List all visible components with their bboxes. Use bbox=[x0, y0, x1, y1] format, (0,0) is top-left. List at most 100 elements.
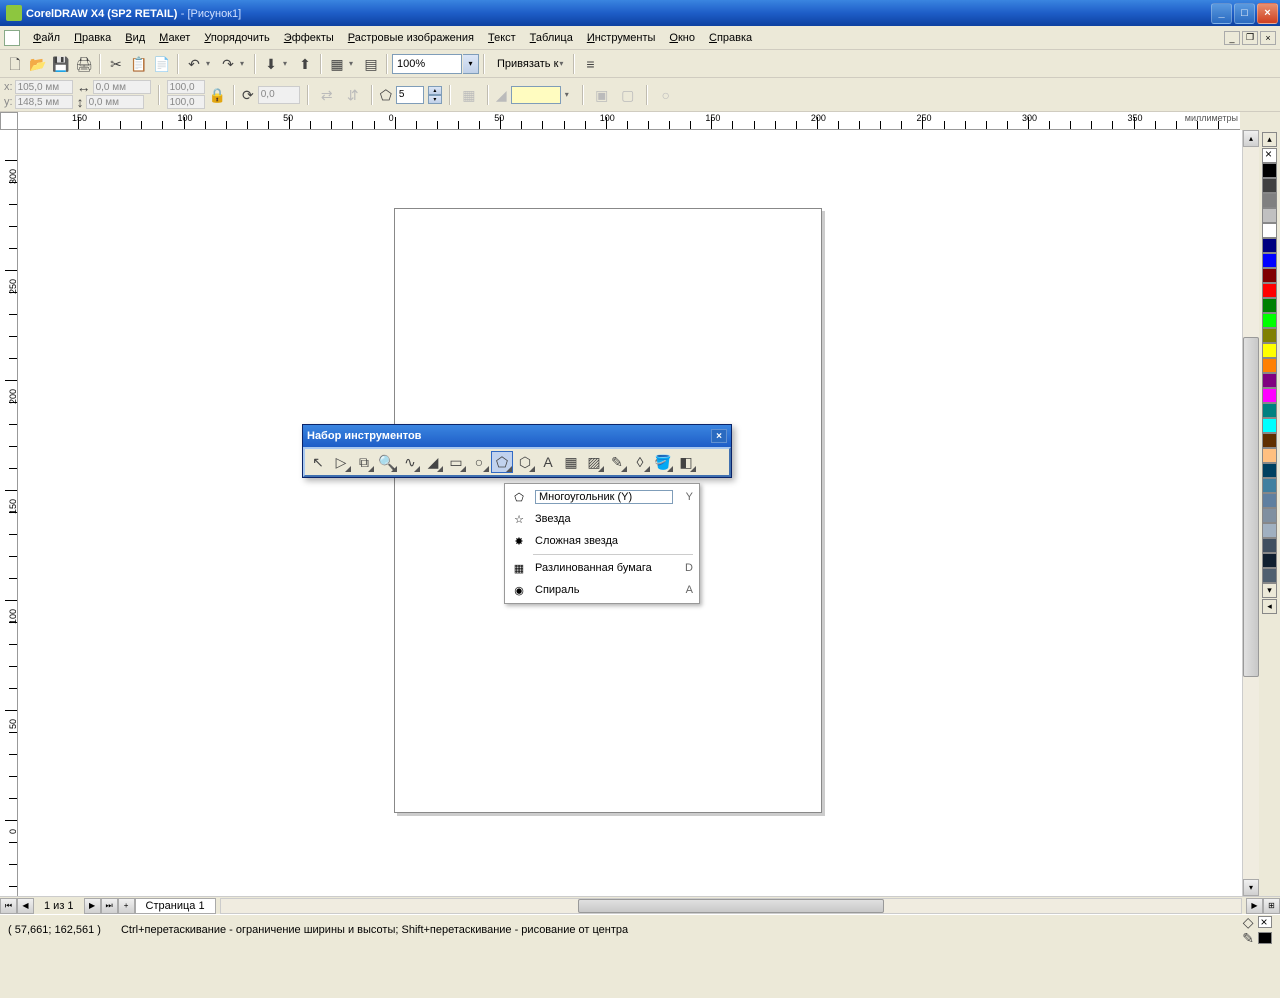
smart-fill-tool[interactable]: ◢ bbox=[422, 451, 444, 473]
toolbox-window[interactable]: Набор инструментов × ↖ ▷ ⧉ 🔍 ∿ ◢ ▭ ○ ⬠ ⬡… bbox=[302, 424, 732, 478]
to-back-button[interactable]: ▢ bbox=[617, 84, 639, 106]
to-front-button[interactable]: ▣ bbox=[591, 84, 613, 106]
color-swatch[interactable] bbox=[1262, 403, 1277, 418]
outline-tool[interactable]: ◊ bbox=[629, 451, 651, 473]
ruler-origin[interactable] bbox=[0, 112, 18, 130]
menu-файл[interactable]: Файл bbox=[26, 29, 67, 47]
rotation-input[interactable] bbox=[258, 86, 300, 104]
fill-tool[interactable]: 🪣 bbox=[652, 451, 674, 473]
app-launcher-dropdown[interactable]: ▾ bbox=[349, 59, 359, 68]
flyout-item[interactable]: ✸Сложная звезда bbox=[505, 530, 699, 552]
mirror-v-button[interactable]: ⇵ bbox=[342, 84, 364, 106]
mirror-h-button[interactable]: ⇄ bbox=[316, 84, 338, 106]
freehand-tool[interactable]: ∿ bbox=[399, 451, 421, 473]
scale-x-input[interactable] bbox=[167, 80, 205, 94]
height-input[interactable] bbox=[86, 95, 144, 109]
zoom-tool[interactable]: 🔍 bbox=[376, 451, 398, 473]
wrap-button[interactable]: ▦ bbox=[458, 84, 480, 106]
menu-растровые изображения[interactable]: Растровые изображения bbox=[341, 29, 481, 47]
zoom-combo[interactable] bbox=[392, 54, 462, 74]
pick-tool[interactable]: ↖ bbox=[307, 451, 329, 473]
table-tool[interactable]: ▦ bbox=[560, 451, 582, 473]
menu-справка[interactable]: Справка bbox=[702, 29, 759, 47]
navigator-button[interactable]: ⊞ bbox=[1263, 898, 1280, 914]
color-swatch[interactable] bbox=[1262, 448, 1277, 463]
text-tool[interactable]: A bbox=[537, 451, 559, 473]
scale-y-input[interactable] bbox=[167, 95, 205, 109]
color-swatch[interactable] bbox=[1262, 163, 1277, 178]
menu-правка[interactable]: Правка bbox=[67, 29, 118, 47]
basic-shapes-tool[interactable]: ⬡ bbox=[514, 451, 536, 473]
welcome-button[interactable]: ▤ bbox=[360, 53, 382, 75]
color-swatch[interactable] bbox=[1262, 523, 1277, 538]
snap-dropdown[interactable]: ▾ bbox=[559, 59, 569, 68]
export-button[interactable]: ⬆ bbox=[294, 53, 316, 75]
doc-close-button[interactable]: × bbox=[1260, 31, 1276, 45]
save-button[interactable]: 💾 bbox=[50, 53, 72, 75]
last-page-button[interactable]: ⏭ bbox=[101, 898, 118, 914]
color-swatch[interactable] bbox=[1262, 508, 1277, 523]
color-swatch[interactable] bbox=[1262, 193, 1277, 208]
redo-button[interactable]: ↷ bbox=[217, 53, 239, 75]
color-swatch[interactable] bbox=[1262, 433, 1277, 448]
app-launcher-button[interactable]: ▦ bbox=[326, 53, 348, 75]
scroll-thumb[interactable] bbox=[1243, 337, 1259, 677]
lock-ratio-icon[interactable]: 🔒 bbox=[209, 88, 226, 102]
color-swatch[interactable] bbox=[1262, 283, 1277, 298]
color-swatch[interactable] bbox=[1262, 343, 1277, 358]
import-dropdown[interactable]: ▾ bbox=[283, 59, 293, 68]
fill-swatch[interactable] bbox=[1258, 916, 1272, 928]
undo-dropdown[interactable]: ▾ bbox=[206, 59, 216, 68]
interactive-fill-tool[interactable]: ◧ bbox=[675, 451, 697, 473]
toolbox-close-button[interactable]: × bbox=[711, 429, 727, 443]
undo-button[interactable]: ↶ bbox=[183, 53, 205, 75]
color-swatch[interactable] bbox=[1262, 328, 1277, 343]
vertical-scrollbar[interactable]: ▴ ▾ bbox=[1242, 130, 1259, 896]
width-input[interactable] bbox=[93, 80, 151, 94]
hscroll-thumb[interactable] bbox=[578, 899, 884, 913]
menu-вид[interactable]: Вид bbox=[118, 29, 152, 47]
color-swatch[interactable] bbox=[1262, 388, 1277, 403]
options-button[interactable]: ≡ bbox=[579, 53, 601, 75]
rectangle-tool[interactable]: ▭ bbox=[445, 451, 467, 473]
toolbox-titlebar[interactable]: Набор инструментов × bbox=[303, 425, 731, 447]
flyout-item[interactable]: ◉СпиральA bbox=[505, 579, 699, 601]
color-swatch[interactable] bbox=[1262, 568, 1277, 583]
menu-эффекты[interactable]: Эффекты bbox=[277, 29, 341, 47]
vertical-ruler[interactable]: миллиметры 300250200150100500 bbox=[0, 130, 18, 896]
palette-down-button[interactable]: ▾ bbox=[1262, 583, 1277, 598]
hscroll-right-button[interactable]: ▶ bbox=[1246, 898, 1263, 914]
crop-tool[interactable]: ⧉ bbox=[353, 451, 375, 473]
color-swatch[interactable] bbox=[1262, 238, 1277, 253]
polygon-tool[interactable]: ⬠ bbox=[491, 451, 513, 473]
first-page-button[interactable]: ⏮ bbox=[0, 898, 17, 914]
eyedropper-tool[interactable]: ✎ bbox=[606, 451, 628, 473]
zoom-input[interactable] bbox=[397, 58, 447, 70]
color-swatch[interactable] bbox=[1262, 223, 1277, 238]
shape-tool[interactable]: ▷ bbox=[330, 451, 352, 473]
print-button[interactable]: 🖨 bbox=[73, 53, 95, 75]
close-button[interactable]: × bbox=[1257, 3, 1278, 24]
horizontal-ruler[interactable]: миллиметры 15010050050100150200250300350 bbox=[18, 112, 1240, 130]
cut-button[interactable]: ✂ bbox=[105, 53, 127, 75]
scroll-up-button[interactable]: ▴ bbox=[1243, 130, 1259, 147]
next-page-button[interactable]: ▶ bbox=[84, 898, 101, 914]
palette-up-button[interactable]: ▴ bbox=[1262, 132, 1277, 147]
redo-dropdown[interactable]: ▾ bbox=[240, 59, 250, 68]
page-tab[interactable]: Страница 1 bbox=[135, 898, 216, 914]
menu-макет[interactable]: Макет bbox=[152, 29, 197, 47]
sides-input[interactable] bbox=[396, 86, 424, 104]
color-swatch[interactable] bbox=[1262, 313, 1277, 328]
outline-swatch[interactable] bbox=[1258, 932, 1272, 944]
color-swatch[interactable] bbox=[1262, 178, 1277, 193]
color-swatch[interactable] bbox=[1262, 538, 1277, 553]
outline-width-combo[interactable] bbox=[511, 86, 561, 104]
y-input[interactable] bbox=[15, 95, 73, 109]
doc-minimize-button[interactable]: _ bbox=[1224, 31, 1240, 45]
zoom-dropdown[interactable]: ▾ bbox=[463, 54, 479, 74]
copy-button[interactable]: 📋 bbox=[128, 53, 150, 75]
color-swatch[interactable] bbox=[1262, 478, 1277, 493]
flyout-item[interactable]: ⬠Многоугольник (Y)Y bbox=[505, 486, 699, 508]
color-swatch[interactable] bbox=[1262, 298, 1277, 313]
scroll-down-button[interactable]: ▾ bbox=[1243, 879, 1259, 896]
